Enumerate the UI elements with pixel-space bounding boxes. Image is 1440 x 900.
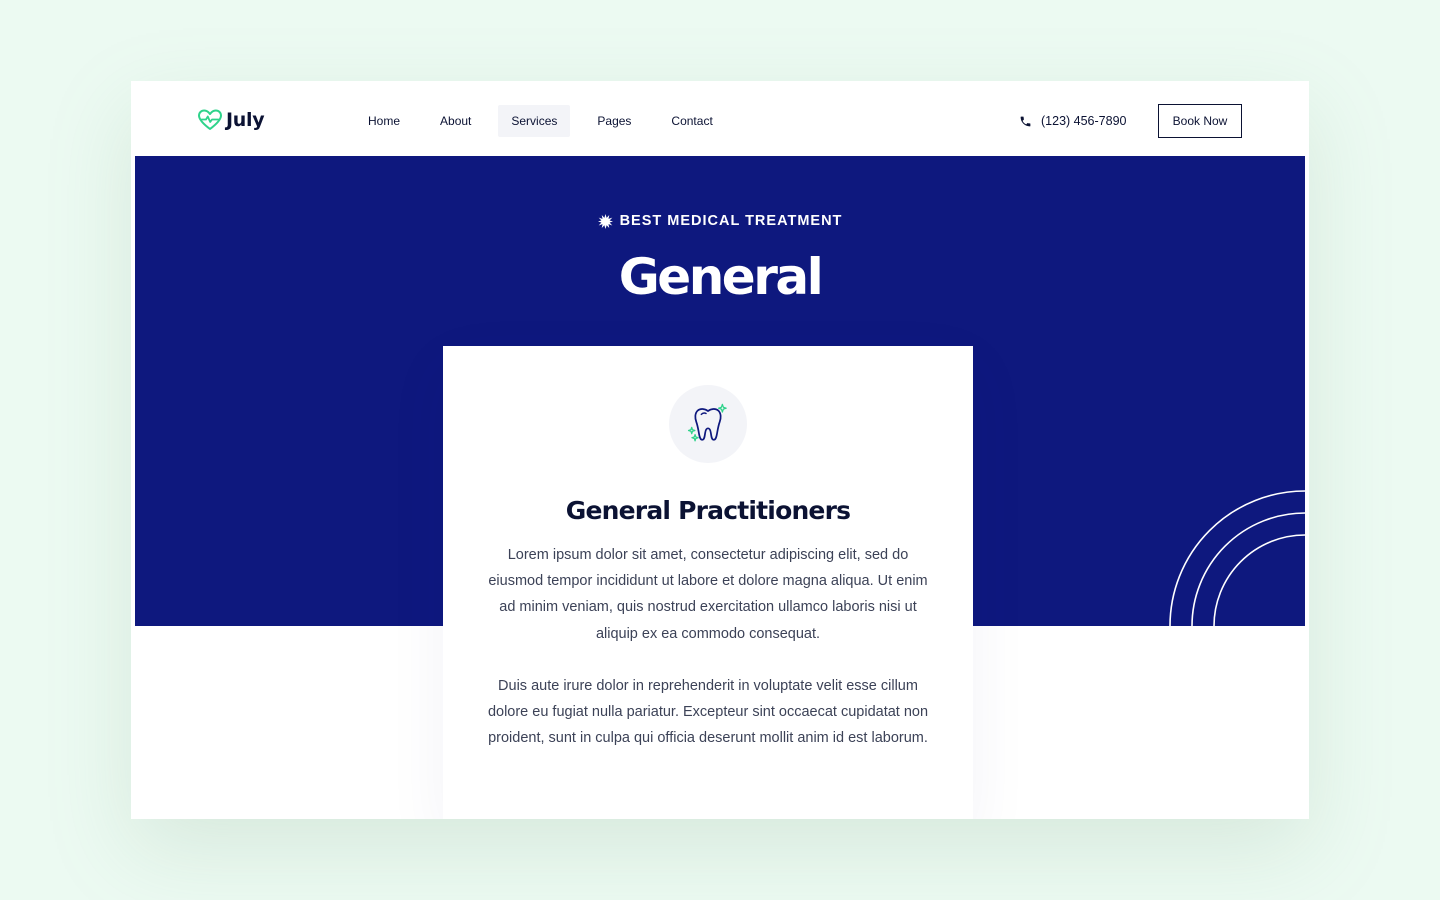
heart-pulse-icon [198, 109, 222, 130]
starburst-icon [597, 213, 613, 229]
page-title: General [618, 248, 824, 306]
nav-item-contact[interactable]: Contact [658, 105, 725, 137]
nav-item-services[interactable]: Services [498, 105, 571, 137]
tooth-icon [687, 403, 727, 442]
site-header: July Home About Services Pages Contact (… [131, 81, 1309, 156]
nav-item-pages[interactable]: Pages [584, 105, 644, 137]
service-card-paragraph: Duis aute irure dolor in reprehenderit i… [487, 678, 929, 747]
hero-eyebrow-text: BEST MEDICAL TREATMENT [619, 213, 843, 229]
nav-item-about[interactable]: About [427, 105, 484, 137]
service-card: General Practitioners Lorem ipsum dolor … [443, 346, 973, 819]
phone-icon [1020, 116, 1031, 126]
logo[interactable]: July [198, 109, 265, 131]
service-icon-badge [669, 385, 747, 463]
browser-page: July Home About Services Pages Contact (… [131, 81, 1309, 819]
service-card-title: General Practitioners [565, 496, 851, 525]
nav-item-home[interactable]: Home [355, 105, 413, 137]
main-nav: Home About Services Pages Contact [355, 105, 740, 137]
logo-text: July [226, 109, 265, 131]
decorative-arcs [1169, 490, 1305, 626]
book-now-button[interactable]: Book Now [1158, 104, 1242, 138]
service-card-paragraph: Lorem ipsum dolor sit amet, consectetur … [488, 547, 928, 642]
hero-eyebrow: BEST MEDICAL TREATMENT [135, 213, 1305, 229]
phone-number: (123) 456-7890 [1041, 114, 1127, 128]
phone-link[interactable]: (123) 456-7890 [1019, 114, 1126, 128]
